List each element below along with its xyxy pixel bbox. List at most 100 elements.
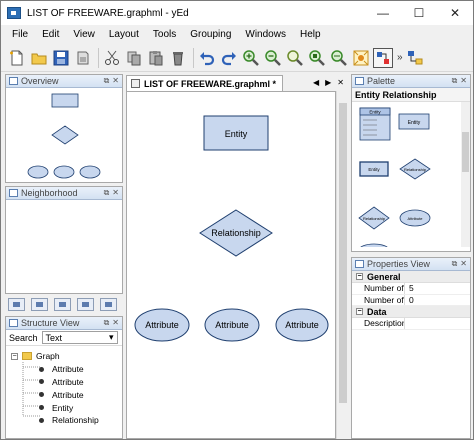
palette-item-entity-attributes[interactable]: Entity	[359, 107, 391, 141]
view-mode-icon[interactable]	[31, 297, 48, 311]
cut-icon[interactable]	[102, 48, 122, 68]
view-mode-icon[interactable]	[77, 297, 94, 311]
print-icon[interactable]	[73, 48, 93, 68]
palette-section-header[interactable]: Entity Relationship	[352, 88, 470, 102]
menu-help[interactable]: Help	[293, 29, 328, 40]
properties-icon	[355, 260, 364, 268]
delete-icon[interactable]	[168, 48, 188, 68]
tree-node[interactable]: Entity	[6, 401, 122, 414]
tree-node[interactable]: Attribute	[6, 376, 122, 389]
tree-node-label: Attribute	[52, 389, 84, 400]
search-type-value: Text	[45, 332, 63, 343]
collapse-toggle[interactable]: −	[356, 273, 363, 280]
panel-float-button[interactable]: ⧉	[452, 76, 458, 86]
tree-node[interactable]: Attribute	[6, 388, 122, 401]
attribute-node-label: Attribute	[285, 320, 319, 330]
grid-icon[interactable]	[373, 47, 393, 68]
collapse-toggle[interactable]: −	[11, 352, 18, 360]
property-value[interactable]	[404, 318, 470, 329]
menu-edit[interactable]: Edit	[35, 29, 66, 40]
property-row[interactable]: Number of... 5	[352, 283, 470, 295]
structure-view-icon	[9, 319, 18, 327]
menu-tools[interactable]: Tools	[146, 29, 183, 40]
view-mode-icon[interactable]	[54, 297, 71, 311]
node-bullet-icon	[39, 417, 44, 423]
tree-node-graph[interactable]: − Graph	[6, 350, 122, 363]
overview-header: Overview ⧉ ✕	[6, 75, 122, 88]
fit-content-icon[interactable]	[351, 48, 371, 68]
zoom-fit-icon[interactable]	[285, 48, 305, 68]
property-row[interactable]: Number of... 0	[352, 294, 470, 306]
menu-view[interactable]: View	[66, 29, 102, 40]
panel-close-button[interactable]: ✕	[112, 318, 119, 328]
node-bullet-icon	[39, 405, 44, 411]
structure-view-panel: Structure View ⧉ ✕ Search Text ▾ − Graph …	[5, 316, 123, 439]
graph-canvas[interactable]: Entity Relationship Attribute Attribute …	[126, 91, 336, 439]
view-mode-icon[interactable]	[8, 297, 25, 311]
maximize-button[interactable]: ☐	[401, 1, 437, 25]
menu-layout[interactable]: Layout	[102, 29, 146, 40]
menu-file[interactable]: File	[5, 29, 35, 40]
property-row[interactable]: Description	[352, 318, 470, 330]
document-tab[interactable]: LIST OF FREEWARE.graphml *	[126, 75, 284, 91]
tab-next-icon[interactable]: ▶	[325, 78, 331, 87]
tree-node[interactable]: Relationship	[6, 414, 122, 427]
document-tab-strip: LIST OF FREEWARE.graphml * ◀ ▶ ✕	[126, 74, 348, 91]
panel-float-button[interactable]: ⧉	[104, 318, 110, 328]
canvas-vertical-scrollbar[interactable]	[336, 91, 348, 439]
palette-item-entity[interactable]: Entity	[398, 113, 430, 130]
palette-item-label: Entity	[408, 120, 421, 126]
overview-canvas[interactable]	[6, 88, 122, 182]
panel-close-button[interactable]: ✕	[112, 76, 119, 86]
app-window: LIST OF FREEWARE.graphml - yEd — ☐ ✕ Fil…	[0, 0, 474, 440]
zoom-area-icon[interactable]	[329, 48, 349, 68]
palette-grid: Entity Entity Entity Relationship Relati…	[358, 107, 431, 251]
panel-float-button[interactable]: ⧉	[104, 188, 110, 198]
menu-windows[interactable]: Windows	[238, 29, 293, 40]
palette-item-relationship[interactable]: Relationship	[399, 158, 431, 180]
minimize-button[interactable]: —	[365, 1, 401, 25]
properties-section-data[interactable]: − Data	[352, 306, 470, 318]
scrollbar-thumb[interactable]	[339, 103, 347, 403]
neighborhood-header: Neighborhood ⧉ ✕	[6, 187, 122, 200]
panel-float-button[interactable]: ⧉	[104, 76, 110, 86]
node-bullet-icon	[39, 392, 44, 398]
toolbar-overflow-button[interactable]: »	[397, 52, 403, 63]
copy-icon[interactable]	[124, 48, 144, 68]
overview-thumbnail	[27, 93, 101, 179]
menu-grouping[interactable]: Grouping	[183, 29, 238, 40]
layout-icon[interactable]	[405, 48, 425, 68]
tree-node[interactable]: Attribute	[6, 363, 122, 376]
zoom-selection-icon[interactable]	[307, 48, 327, 68]
palette-scrollbar[interactable]	[461, 102, 470, 247]
save-icon[interactable]	[51, 48, 71, 68]
zoom-out-icon[interactable]	[263, 48, 283, 68]
paste-icon[interactable]	[146, 48, 166, 68]
new-file-icon[interactable]	[7, 48, 27, 68]
properties-section-general[interactable]: − General	[352, 271, 470, 283]
search-type-select[interactable]: Text ▾	[41, 331, 118, 344]
open-folder-icon[interactable]	[29, 48, 49, 68]
properties-header: Properties View ⧉ ✕	[352, 258, 470, 271]
zoom-in-icon[interactable]	[241, 48, 261, 68]
palette-item-small-entity[interactable]: Entity	[359, 161, 389, 177]
undo-icon[interactable]	[197, 48, 217, 68]
panel-close-button[interactable]: ✕	[112, 188, 119, 198]
palette-item-label: Entity	[369, 110, 381, 115]
tab-prev-icon[interactable]: ◀	[313, 78, 319, 87]
scrollbar-thumb[interactable]	[462, 132, 469, 172]
tab-close-icon[interactable]: ✕	[337, 78, 344, 87]
collapse-toggle[interactable]: −	[356, 308, 363, 315]
panel-float-button[interactable]: ⧉	[452, 259, 458, 269]
structure-view-title: Structure View	[21, 318, 80, 328]
palette-items: Entity Entity Entity Relationship Relati…	[352, 102, 470, 251]
palette-item-attribute[interactable]: Attribute	[399, 209, 431, 227]
properties-panel: Properties View ⧉✕ − General Number of..…	[351, 257, 471, 439]
window-title: LIST OF FREEWARE.graphml - yEd	[27, 7, 189, 19]
palette-item-relationship-2[interactable]: Relationship	[358, 206, 390, 230]
view-mode-icon[interactable]	[100, 297, 117, 311]
panel-close-button[interactable]: ✕	[460, 76, 467, 86]
panel-close-button[interactable]: ✕	[460, 259, 467, 269]
redo-icon[interactable]	[219, 48, 239, 68]
close-button[interactable]: ✕	[437, 1, 473, 25]
